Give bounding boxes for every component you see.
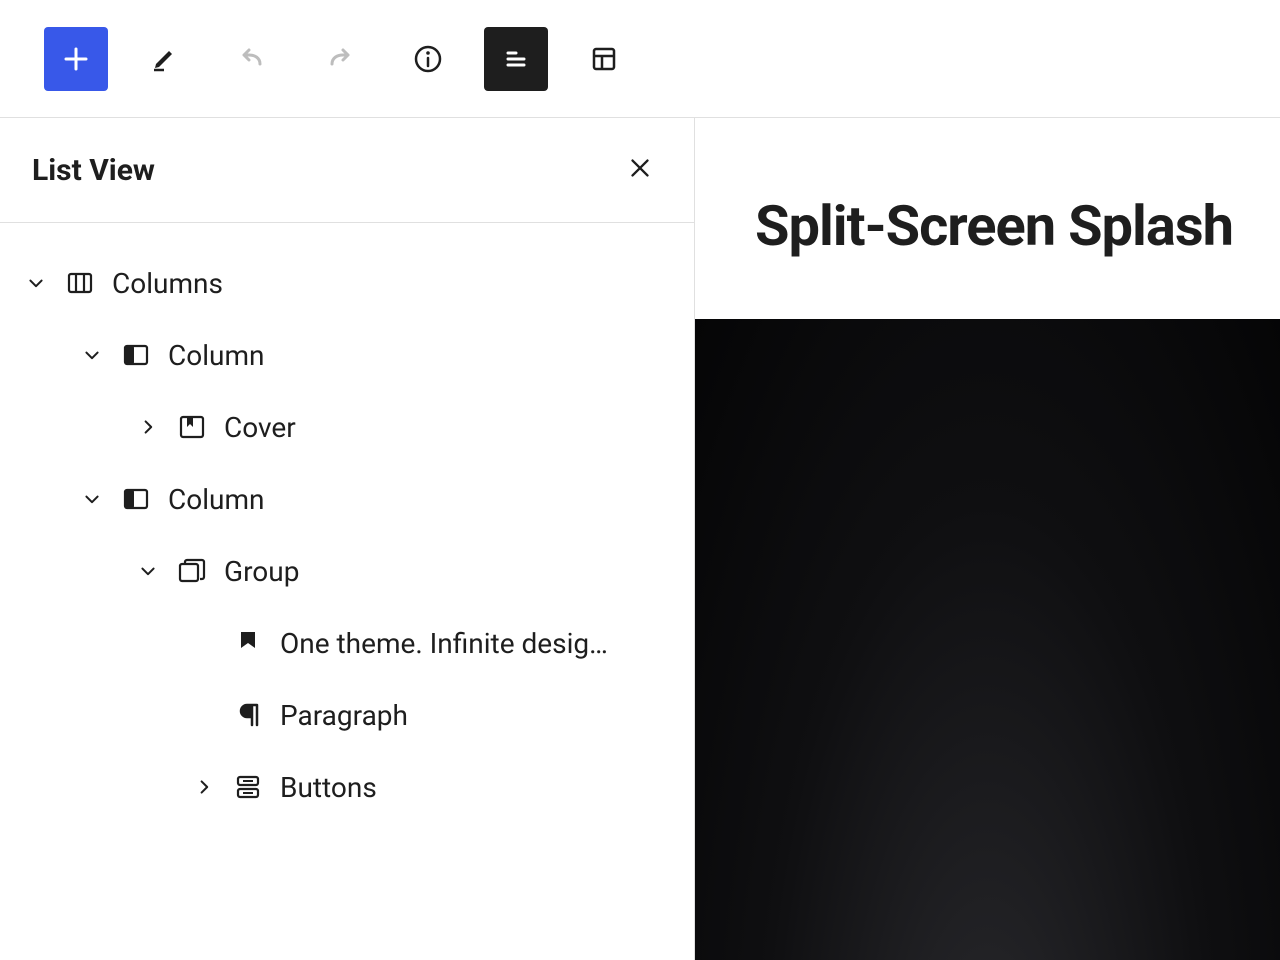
expand-toggle-icon[interactable] (184, 775, 224, 799)
tree-item-paragraph[interactable]: Paragraph (12, 679, 682, 751)
expand-toggle-icon[interactable] (72, 343, 112, 367)
heading-icon (224, 628, 272, 658)
block-tree: Columns Column Cover Column Group One theme. … (0, 223, 694, 960)
close-icon (626, 154, 654, 182)
paragraph-icon (224, 700, 272, 730)
list-view-panel: List View Columns Column Cover Column Group O… (0, 118, 695, 960)
tree-item-columns[interactable]: Columns (12, 247, 682, 319)
close-list-view-button[interactable] (618, 146, 662, 194)
cover-block-preview[interactable] (695, 319, 1280, 960)
expand-toggle-icon[interactable] (16, 271, 56, 295)
tree-item-heading[interactable]: One theme. Infinite desig… (12, 607, 682, 679)
column-icon (112, 340, 160, 370)
undo-button[interactable] (220, 27, 284, 91)
tree-item-label: Cover (216, 411, 296, 444)
group-icon (168, 556, 216, 586)
editor-canvas[interactable]: Split-Screen Splash (695, 118, 1280, 960)
list-view-button[interactable] (484, 27, 548, 91)
tree-item-label: Paragraph (272, 699, 408, 732)
expand-toggle-icon[interactable] (128, 559, 168, 583)
tree-item-group[interactable]: Group (12, 535, 682, 607)
tree-item-column[interactable]: Column (12, 319, 682, 391)
tree-item-cover[interactable]: Cover (12, 391, 682, 463)
details-button[interactable] (396, 27, 460, 91)
list-view-header: List View (0, 118, 694, 223)
tree-item-label: Column (160, 483, 264, 516)
template-button[interactable] (572, 27, 636, 91)
tree-item-label: Buttons (272, 771, 377, 804)
tree-item-label: Columns (104, 267, 223, 300)
tree-item-label: One theme. Infinite desig… (272, 627, 608, 660)
redo-button[interactable] (308, 27, 372, 91)
cover-icon (168, 412, 216, 442)
editor-main: List View Columns Column Cover Column Group O… (0, 118, 1280, 960)
tree-item-label: Group (216, 555, 299, 588)
columns-icon (56, 268, 104, 298)
add-block-button[interactable] (44, 27, 108, 91)
column-icon (112, 484, 160, 514)
tree-item-buttons[interactable]: Buttons (12, 751, 682, 823)
editor-toolbar (0, 0, 1280, 118)
page-title[interactable]: Split-Screen Splash (695, 118, 1280, 319)
tree-item-column[interactable]: Column (12, 463, 682, 535)
tree-item-label: Column (160, 339, 264, 372)
expand-toggle-icon[interactable] (128, 415, 168, 439)
expand-toggle-icon[interactable] (72, 487, 112, 511)
list-view-title: List View (32, 153, 155, 188)
buttons-icon (224, 772, 272, 802)
tools-button[interactable] (132, 27, 196, 91)
